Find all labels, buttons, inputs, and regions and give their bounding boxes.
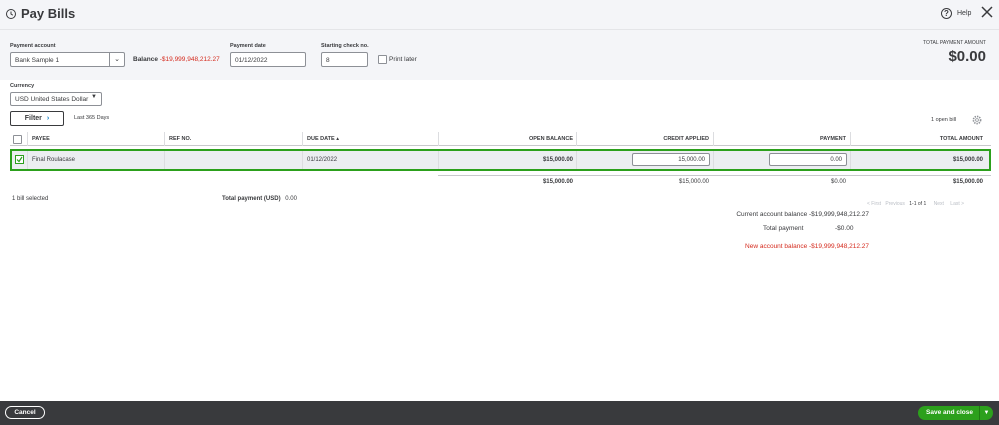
column-divider bbox=[302, 151, 303, 169]
print-later-label: Print later bbox=[389, 56, 417, 63]
total-payment-amount-value: $0.00 bbox=[948, 48, 986, 65]
summary-total-payment-value: -$0.00 bbox=[835, 225, 854, 232]
close-icon[interactable] bbox=[980, 5, 994, 19]
dialog-header: Pay Bills ? Help bbox=[0, 0, 999, 30]
pager-previous[interactable]: Previous bbox=[885, 201, 904, 207]
help-link[interactable]: Help bbox=[957, 10, 971, 17]
column-divider bbox=[850, 132, 851, 146]
payment-date-label: Payment date bbox=[230, 43, 266, 49]
pager-first[interactable]: < First bbox=[867, 201, 881, 207]
balance-label: Balance bbox=[133, 56, 158, 63]
column-divider bbox=[438, 132, 439, 146]
total-open-balance: $15,000.00 bbox=[542, 179, 573, 185]
open-bill-count: 1 open bill bbox=[931, 117, 957, 123]
payment-account-label: Payment account bbox=[10, 43, 56, 49]
payment-account-value: Bank Sample 1 bbox=[15, 57, 60, 64]
page-title: Pay Bills bbox=[21, 6, 76, 21]
column-divider bbox=[576, 132, 577, 146]
bills-selected-count: 1 bill selected bbox=[12, 196, 49, 202]
gear-icon[interactable] bbox=[972, 115, 982, 125]
save-and-close-button[interactable]: Save and close ▼ bbox=[918, 406, 993, 420]
summary-total-payment-label: Total payment bbox=[763, 225, 804, 232]
new-balance-line: New account balance -$19,999,948,212.27 bbox=[745, 243, 869, 250]
column-divider bbox=[302, 132, 303, 146]
date-range-text: Last 365 Days bbox=[74, 115, 110, 121]
column-divider bbox=[27, 132, 28, 146]
pager-last[interactable]: Last > bbox=[950, 201, 964, 207]
filter-button[interactable]: Filter › bbox=[10, 111, 64, 126]
balance-value: -$19,999,948,212.27 bbox=[159, 56, 220, 63]
filter-button-label: Filter bbox=[24, 115, 42, 122]
payment-account-select[interactable]: Bank Sample 1 ⌄ bbox=[10, 52, 125, 67]
column-divider bbox=[27, 151, 28, 169]
column-divider bbox=[713, 151, 714, 169]
chevron-down-icon[interactable]: ⌄ bbox=[109, 53, 124, 66]
payment-form: Payment account Bank Sample 1 ⌄ Balance … bbox=[0, 30, 999, 80]
credit-applied-input[interactable]: 15,000.00 bbox=[632, 153, 710, 166]
account-balance: Balance -$19,999,948,212.27 bbox=[133, 56, 220, 63]
current-balance-line: Current account balance -$19,999,948,212… bbox=[736, 211, 869, 218]
row-checkbox[interactable] bbox=[15, 155, 24, 164]
save-and-close-label: Save and close bbox=[926, 409, 973, 416]
checkmark-icon bbox=[16, 156, 23, 163]
new-balance-value: -$19,999,948,212.27 bbox=[809, 243, 869, 250]
totals-divider bbox=[438, 175, 991, 176]
bills-table-header: PAYEE REF NO. DUE DATE ▴ OPEN BALANCE CR… bbox=[10, 131, 991, 146]
pager-next[interactable]: Next bbox=[934, 201, 944, 207]
pagination: < First Previous 1-1 of 1 Next Last > bbox=[867, 201, 964, 207]
column-header-total-amount[interactable]: TOTAL AMOUNT bbox=[940, 136, 983, 142]
total-amount-column: $15,000.00 bbox=[952, 179, 983, 185]
column-divider bbox=[164, 151, 165, 169]
footer-total-payment-currency: (USD) bbox=[263, 196, 281, 202]
currency-select[interactable]: USD United States Dollar ▼ bbox=[10, 92, 102, 106]
select-all-checkbox[interactable] bbox=[13, 135, 22, 144]
total-payment-column: $0.00 bbox=[830, 179, 846, 185]
column-header-credit-applied[interactable]: CREDIT APPLIED bbox=[663, 136, 709, 142]
column-header-ref-no[interactable]: REF NO. bbox=[169, 136, 191, 142]
column-header-open-balance[interactable]: OPEN BALANCE bbox=[529, 136, 573, 142]
chevron-right-icon: › bbox=[46, 115, 50, 122]
table-row[interactable]: Final Roulacase 01/12/2022 $15,000.00 15… bbox=[10, 149, 991, 171]
row-open-balance: $15,000.00 bbox=[542, 157, 573, 163]
payment-date-input[interactable]: 01/12/2022 bbox=[230, 52, 306, 67]
table-totals-row: $15,000.00 $15,000.00 $0.00 $15,000.00 bbox=[10, 179, 991, 189]
current-balance-value: -$19,999,948,212.27 bbox=[809, 211, 869, 218]
column-divider bbox=[438, 151, 439, 169]
help-icon[interactable]: ? bbox=[941, 8, 952, 19]
check-no-label: Starting check no. bbox=[321, 43, 369, 49]
column-divider bbox=[850, 151, 851, 169]
new-balance-label: New account balance bbox=[745, 243, 808, 250]
row-payee: Final Roulacase bbox=[32, 157, 76, 163]
column-header-payee[interactable]: PAYEE bbox=[32, 136, 50, 142]
caret-down-icon[interactable]: ▼ bbox=[979, 406, 993, 420]
footer-total-payment-label: Total payment bbox=[222, 196, 263, 202]
check-no-input[interactable]: 8 bbox=[321, 52, 368, 67]
payment-input[interactable]: 0.00 bbox=[769, 153, 847, 166]
row-due-date: 01/12/2022 bbox=[307, 157, 338, 163]
cancel-button[interactable]: Cancel bbox=[5, 406, 45, 419]
current-balance-label: Current account balance bbox=[736, 211, 808, 218]
column-divider bbox=[164, 132, 165, 146]
row-total-amount: $15,000.00 bbox=[952, 157, 983, 163]
history-clock-icon bbox=[6, 9, 16, 19]
bottom-action-bar: Cancel Save and close ▼ bbox=[0, 401, 999, 425]
total-credit-applied: $15,000.00 bbox=[678, 179, 709, 185]
pager-range: 1-1 of 1 bbox=[909, 201, 927, 207]
column-header-payment[interactable]: PAYMENT bbox=[820, 136, 846, 142]
caret-down-icon: ▼ bbox=[91, 94, 97, 100]
column-divider bbox=[576, 151, 577, 169]
currency-label: Currency bbox=[10, 83, 35, 89]
footer-total-payment: Total payment (USD) 0.00 bbox=[222, 196, 297, 202]
column-header-due-date[interactable]: DUE DATE ▴ bbox=[307, 136, 339, 142]
print-later-checkbox[interactable] bbox=[378, 55, 387, 64]
column-divider bbox=[713, 132, 714, 146]
total-payment-amount-label: TOTAL PAYMENT AMOUNT bbox=[923, 40, 986, 46]
footer-total-payment-value: 0.00 bbox=[285, 196, 297, 202]
currency-value: USD United States Dollar bbox=[15, 96, 89, 103]
